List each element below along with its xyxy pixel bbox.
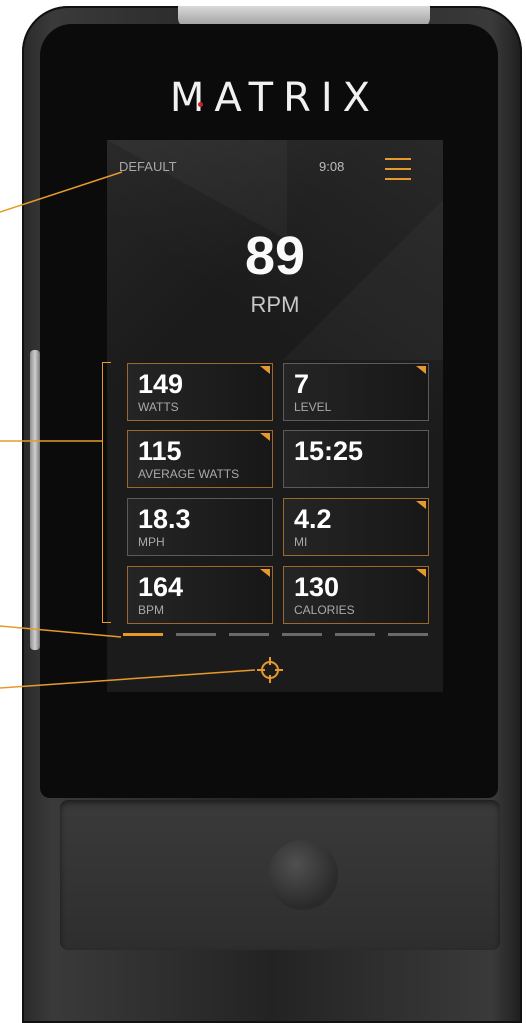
metric-tile-time[interactable]: 15:25 [283,430,429,488]
tile-value: 115 [138,436,182,466]
page-dot[interactable] [335,633,375,636]
page-dot[interactable] [388,633,428,636]
status-bar: DEFAULT 9:08 [107,140,443,190]
side-trim [30,350,40,650]
metric-tile-calories[interactable]: 130 CALORIES [283,566,429,624]
metric-tile-level[interactable]: 7 LEVEL [283,363,429,421]
crosshair-target-icon[interactable] [257,657,283,683]
page-dot[interactable] [176,633,216,636]
tile-value: 130 [294,572,340,602]
corner-marker [260,569,270,577]
corner-marker [416,569,426,577]
corner-marker [416,501,426,509]
hamburger-menu-icon[interactable] [385,156,411,182]
physical-button-panel [60,800,500,950]
tile-value: 164 [138,572,184,602]
page-indicator[interactable] [123,633,431,637]
primary-metric-label: RPM [250,292,300,317]
metric-tile-average-watts[interactable]: 115 AVERAGE WATTS [127,430,273,488]
tile-label: MI [294,535,308,549]
tile-label: CALORIES [294,603,355,617]
metric-tile-watts[interactable]: 149 WATTS [127,363,273,421]
tile-group-bracket [102,362,111,623]
corner-marker [260,433,270,441]
tile-label: BPM [138,603,165,617]
logo-dot [198,102,203,107]
tile-label: AVERAGE WATTS [138,467,240,481]
primary-metric-value: 89 [244,226,306,286]
tile-label: LEVEL [294,400,332,414]
tile-label: MPH [138,535,165,549]
tile-value: 15:25 [294,436,364,466]
page-dot[interactable] [123,633,163,636]
physical-knob[interactable] [268,840,338,910]
tile-value: 4.2 [294,504,332,534]
metric-tile-distance[interactable]: 4.2 MI [283,498,429,556]
matrix-logo: MATRIX [169,75,381,121]
metric-tile-mph[interactable]: 18.3 MPH [127,498,273,556]
corner-marker [260,366,270,374]
page-dot[interactable] [229,633,269,636]
corner-marker [416,366,426,374]
touch-screen: DEFAULT 9:08 89 RPM 149 WATTS 7 LEVEL 11… [107,140,443,692]
tile-value: 7 [294,369,310,399]
tile-label: WATTS [138,400,179,414]
tile-value: 149 [138,369,184,399]
page-dot[interactable] [282,633,322,636]
metric-tile-heart-rate[interactable]: 164 BPM [127,566,273,624]
clock-time: 9:08 [319,159,345,174]
tile-value: 18.3 [138,504,191,534]
profile-label[interactable]: DEFAULT [119,159,177,174]
